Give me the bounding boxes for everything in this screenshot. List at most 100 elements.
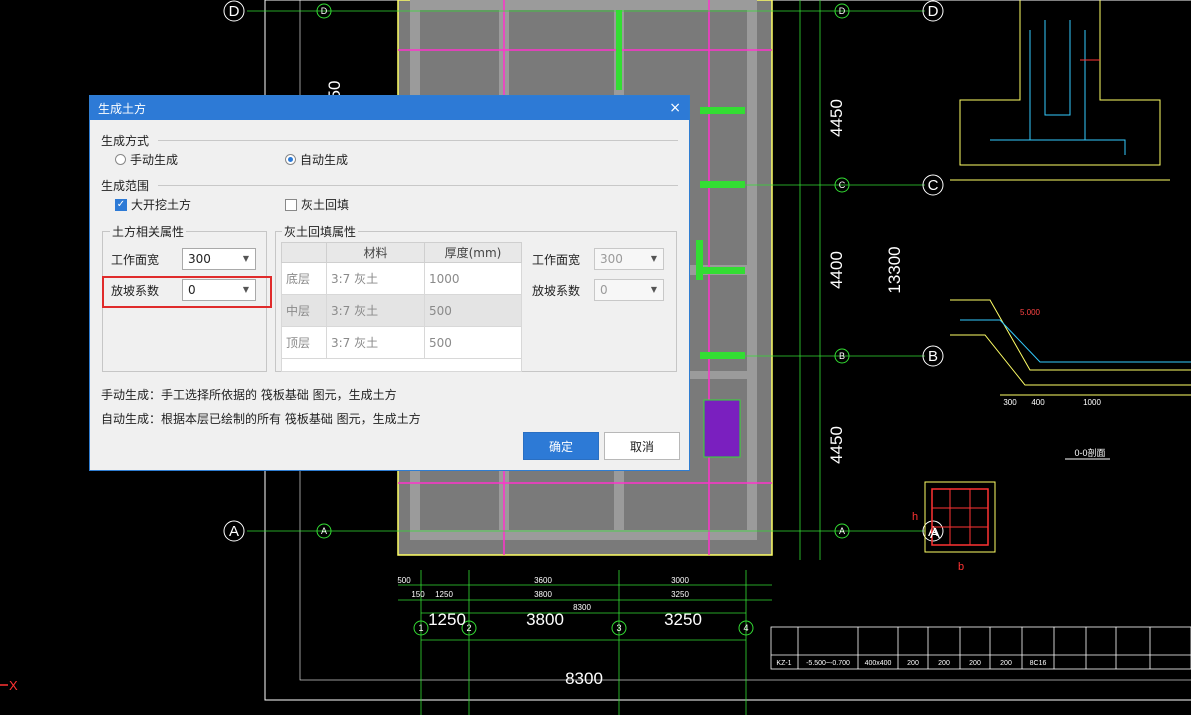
- axis-label-a-left: A: [229, 523, 239, 540]
- section-detail-mid: [950, 299, 1191, 396]
- fill-work-width-label: 工作面宽: [532, 253, 581, 267]
- axis-small-4: 4: [743, 623, 748, 633]
- checkbox-backfill[interactable]: 灰土回填: [285, 196, 349, 213]
- cell-thickness[interactable]: 1000: [424, 262, 522, 295]
- range-section-divider: [158, 185, 678, 186]
- section-detail-top: [990, 20, 1126, 155]
- fill-slope-label: 放坡系数: [532, 284, 581, 298]
- dim-3800: 3800: [526, 610, 564, 629]
- radio-auto[interactable]: 自动生成: [285, 151, 348, 168]
- column-detail-h: h: [912, 511, 918, 523]
- radio-manual-dot[interactable]: [115, 154, 126, 165]
- small-dim-400: 400: [1031, 398, 1045, 407]
- radio-auto-label: 自动生成: [300, 153, 349, 167]
- earth-work-width-value: 300: [188, 252, 211, 266]
- column-detail-b: b: [958, 561, 964, 573]
- fill-work-width-select[interactable]: 300 ▼: [594, 248, 664, 270]
- dim-3250: 3250: [664, 610, 702, 629]
- dim-4450-top: 4450: [827, 99, 846, 137]
- earth-work-width-select[interactable]: 300 ▼: [182, 248, 256, 270]
- col-header-thickness: 厚度(mm): [424, 242, 522, 263]
- dim-4450-bottom: 4450: [827, 426, 846, 464]
- checkbox-excavation[interactable]: ✓ 大开挖土方: [115, 196, 191, 213]
- column-detail-ties: [932, 489, 988, 545]
- axis-small-d: D: [321, 6, 328, 16]
- axis-small-a2: A: [839, 526, 845, 536]
- axis-small-1: 1: [418, 623, 423, 633]
- earth-slope-select[interactable]: 0 ▼: [182, 279, 256, 301]
- table-header-row: 材料 厚度(mm): [281, 242, 522, 263]
- radio-auto-dot[interactable]: [285, 154, 296, 165]
- table-row[interactable]: 顶层 3:7 灰土 500: [281, 326, 522, 359]
- radio-manual[interactable]: 手动生成: [115, 151, 178, 168]
- cell-material[interactable]: 3:7 灰土: [326, 326, 425, 359]
- cancel-button[interactable]: 取消: [604, 432, 680, 460]
- rebar-1: [616, 10, 622, 90]
- section-detail-mid-bars: [960, 319, 1191, 363]
- cell-material[interactable]: 3:7 灰土: [326, 262, 425, 295]
- dim-4400: 4400: [827, 251, 846, 289]
- cell-thickness[interactable]: 500: [424, 294, 522, 327]
- table-cell-8: 8C16: [1030, 660, 1047, 667]
- table-cell-4: 200: [907, 660, 919, 667]
- dim-1250: 1250: [428, 610, 466, 629]
- small-dim-8300: 8300: [573, 603, 591, 612]
- checkbox-backfill-box[interactable]: [285, 198, 297, 211]
- axis-label-b: B: [928, 348, 938, 365]
- rebar-4: [700, 267, 745, 274]
- table-cell-1: KZ-1: [776, 660, 791, 667]
- pit-element: [703, 399, 741, 458]
- small-dim-300: 300: [1003, 398, 1017, 407]
- cell-layer: 中层: [281, 294, 327, 327]
- table-row[interactable]: 底层 3:7 灰土 1000: [281, 262, 522, 295]
- chevron-down-icon: ▼: [650, 285, 657, 294]
- earth-work-width-label: 工作面宽: [111, 253, 160, 267]
- table-cell-7: 200: [1000, 660, 1012, 667]
- mode-section-divider: [158, 140, 678, 141]
- chevron-down-icon: ▼: [242, 254, 249, 263]
- check-icon[interactable]: ✓: [115, 198, 127, 211]
- table-row[interactable]: 中层 3:7 灰土 500: [281, 294, 522, 327]
- axis-small-3: 3: [616, 623, 621, 633]
- section-detail-top-outline: [950, 0, 1170, 181]
- fill-slope-select[interactable]: 0 ▼: [594, 279, 664, 301]
- small-dim-level: 5.000: [1020, 308, 1041, 317]
- cell-thickness[interactable]: 500: [424, 326, 522, 359]
- axis-label-d-left: D: [229, 3, 240, 20]
- chevron-down-icon: ▼: [650, 254, 657, 263]
- fill-work-width-value: 300: [600, 252, 623, 266]
- generate-earthwork-dialog: 生成土方 × 生成方式 手动生成 自动生成 生成范围 ✓ 大开挖土方 灰土回填 …: [89, 95, 690, 471]
- table-cell-6: 200: [969, 660, 981, 667]
- small-dim-1000: 1000: [1083, 398, 1101, 407]
- dialog-title: 生成土方: [98, 101, 147, 116]
- close-icon[interactable]: ×: [669, 99, 681, 117]
- ok-button[interactable]: 确定: [523, 432, 599, 460]
- range-section-label: 生成范围: [101, 179, 150, 193]
- column-detail-axis: A: [930, 525, 940, 542]
- small-dim-1250: 1250: [435, 590, 453, 599]
- dialog-titlebar[interactable]: 生成土方 ×: [90, 96, 689, 120]
- axis-small-b: B: [839, 351, 845, 361]
- chevron-down-icon: ▼: [242, 285, 249, 294]
- table-cell-2: -5.500~-0.700: [806, 660, 850, 667]
- backfill-properties-title: 灰土回填属性: [282, 223, 359, 240]
- dim-8300: 8300: [565, 669, 603, 688]
- cell-layer: 顶层: [281, 326, 327, 359]
- small-dim-3800: 3800: [534, 590, 552, 599]
- small-dim-3250: 3250: [671, 590, 689, 599]
- rebar-3: [700, 181, 745, 188]
- axis-small-c: C: [839, 180, 846, 190]
- small-dim-3000: 3000: [671, 576, 689, 585]
- hint-manual: 手动生成：手工选择所依据的 筏板基础 图元，生成土方: [101, 388, 397, 402]
- checkbox-excavation-label: 大开挖土方: [131, 198, 192, 212]
- rebar-6: [696, 240, 703, 280]
- cell-layer: 底层: [281, 262, 327, 295]
- cell-material[interactable]: 3:7 灰土: [326, 294, 425, 327]
- earth-slope-label: 放坡系数: [111, 284, 160, 298]
- rebar-5: [700, 352, 745, 359]
- table-cell-3: 400x400: [865, 660, 892, 667]
- radio-manual-label: 手动生成: [130, 153, 179, 167]
- small-dim-500: 500: [397, 576, 411, 585]
- checkbox-backfill-label: 灰土回填: [301, 198, 350, 212]
- axis-small-d2: D: [839, 6, 846, 16]
